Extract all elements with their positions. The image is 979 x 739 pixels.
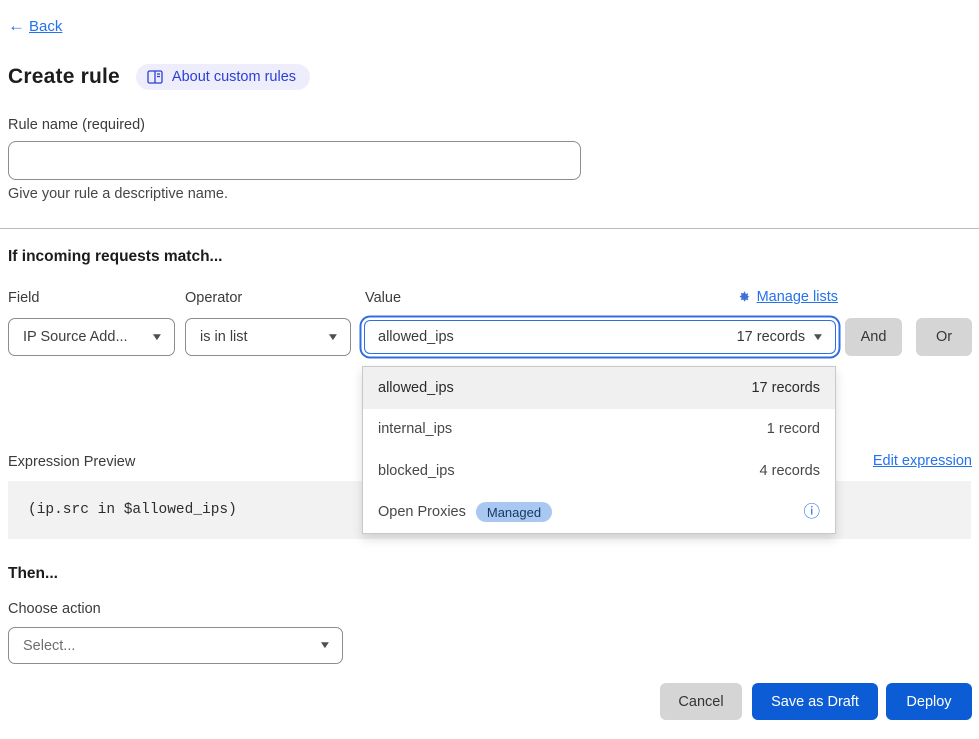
- rule-name-help: Give your rule a descriptive name.: [8, 186, 228, 202]
- field-select[interactable]: IP Source Add... ▼: [8, 318, 175, 356]
- about-custom-rules-label: About custom rules: [172, 69, 296, 85]
- save-as-draft-button[interactable]: Save as Draft: [752, 683, 878, 720]
- list-item-name: internal_ips: [378, 421, 452, 437]
- list-item-record-count: 17 records: [751, 380, 820, 396]
- then-section-heading: Then...: [8, 565, 58, 583]
- rule-name-label: Rule name (required): [8, 117, 145, 133]
- manage-lists-label: Manage lists: [757, 289, 838, 305]
- field-label: Field: [8, 290, 39, 306]
- list-dropdown: allowed_ips 17 records internal_ips 1 recor…: [362, 366, 836, 534]
- chevron-down-icon: ▼: [811, 332, 824, 343]
- value-select-name: allowed_ips: [378, 329, 454, 345]
- operator-select[interactable]: is in list ▼: [185, 318, 351, 356]
- action-select-placeholder: Select...: [23, 638, 75, 654]
- chevron-down-icon: ▼: [150, 332, 163, 343]
- match-section-heading: If incoming requests match...: [8, 248, 222, 266]
- list-item[interactable]: Open Proxies Managed ⓘ: [363, 492, 835, 534]
- expression-preview-label: Expression Preview: [8, 454, 135, 470]
- list-item[interactable]: internal_ips 1 record: [363, 409, 835, 451]
- operator-label: Operator: [185, 290, 242, 306]
- about-custom-rules-link[interactable]: About custom rules: [136, 64, 310, 90]
- manage-lists[interactable]: Manage lists: [362, 289, 838, 305]
- list-item[interactable]: allowed_ips 17 records: [363, 367, 835, 409]
- list-item-name: allowed_ips: [378, 380, 454, 396]
- back-arrow-icon: ←: [8, 16, 25, 36]
- choose-action-label: Choose action: [8, 601, 101, 617]
- page-title: Create rule: [8, 65, 120, 89]
- or-button[interactable]: Or: [916, 318, 972, 356]
- value-select[interactable]: allowed_ips 17 records ▼: [364, 320, 836, 354]
- rule-name-input[interactable]: [8, 141, 581, 180]
- value-select-records: 17 records: [737, 329, 806, 345]
- back-link[interactable]: ← Back: [8, 16, 62, 36]
- list-item-record-count: 4 records: [760, 463, 820, 479]
- deploy-button[interactable]: Deploy: [886, 683, 972, 720]
- edit-expression-link[interactable]: Edit expression: [873, 453, 972, 469]
- list-item-name: Open Proxies: [378, 504, 466, 520]
- and-button[interactable]: And: [845, 318, 902, 356]
- list-item[interactable]: blocked_ips 4 records: [363, 450, 835, 492]
- chevron-down-icon: ▼: [318, 640, 331, 651]
- cancel-button[interactable]: Cancel: [660, 683, 742, 720]
- create-rule-page: ← Back Create rule About custom rules Ru…: [0, 0, 979, 739]
- title-row: Create rule About custom rules: [8, 64, 310, 90]
- info-icon[interactable]: ⓘ: [804, 504, 821, 521]
- field-select-value: IP Source Add...: [23, 329, 128, 345]
- managed-badge: Managed: [476, 502, 552, 522]
- operator-select-value: is in list: [200, 329, 248, 345]
- back-label: Back: [29, 18, 62, 35]
- list-item-name: blocked_ips: [378, 463, 455, 479]
- section-divider: [0, 228, 979, 229]
- gear-icon: [737, 290, 751, 304]
- chevron-down-icon: ▼: [326, 332, 339, 343]
- book-icon: [147, 70, 163, 84]
- list-item-record-count: 1 record: [767, 421, 820, 437]
- action-select[interactable]: Select... ▼: [8, 627, 343, 664]
